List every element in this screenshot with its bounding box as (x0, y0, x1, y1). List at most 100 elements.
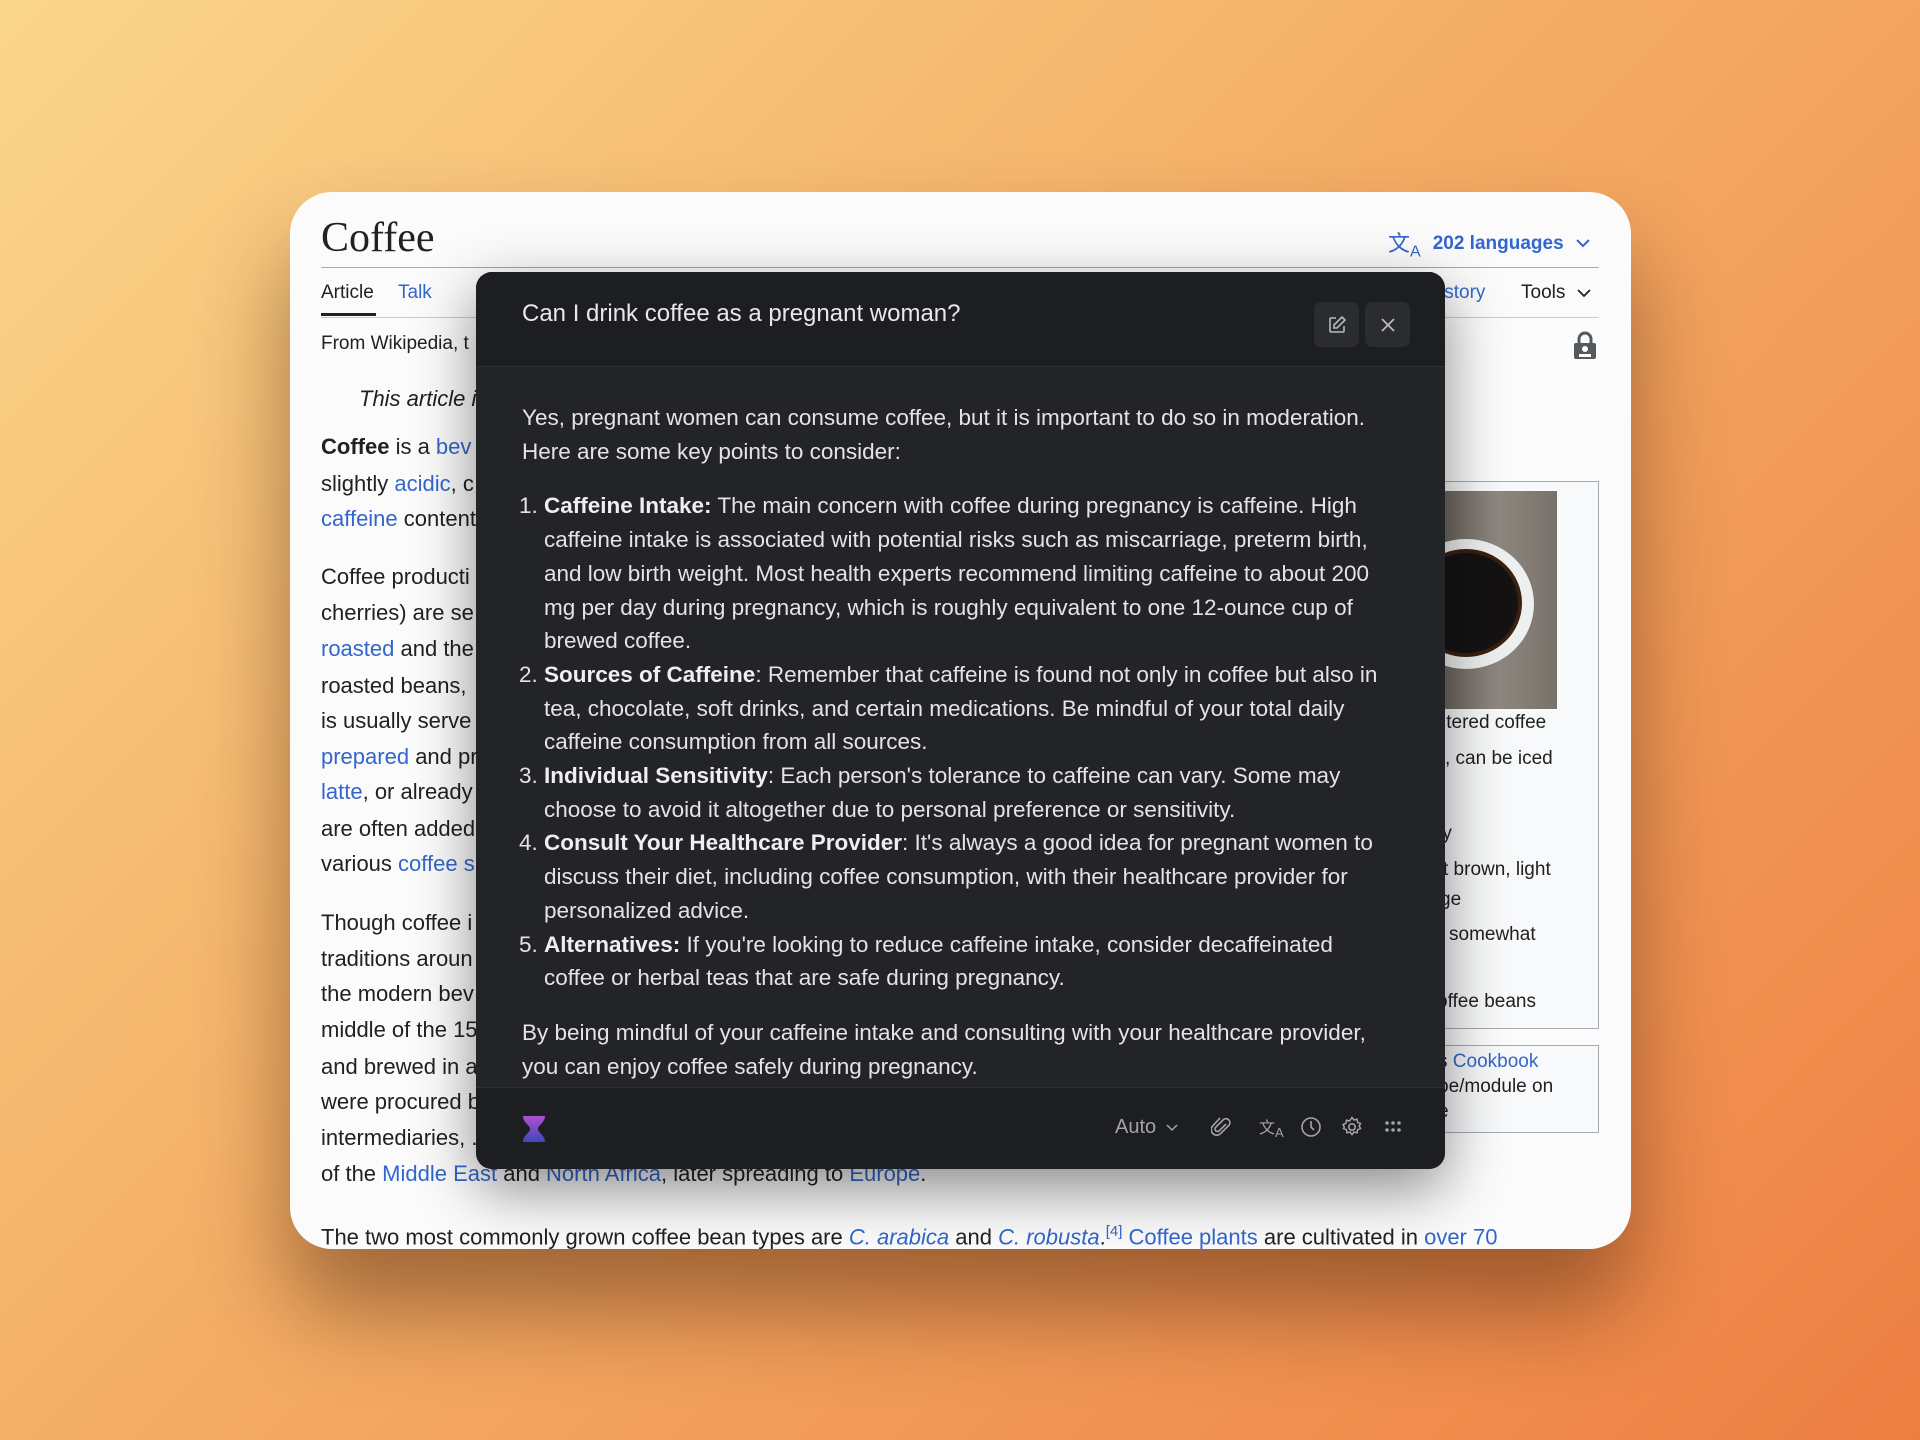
infobox-text: t brown, light (1443, 859, 1551, 880)
history-clock-icon[interactable] (1300, 1116, 1322, 1138)
infobox-caption-link[interactable]: ltered coffee (1442, 712, 1546, 734)
article-link[interactable]: [4] (1106, 1223, 1123, 1240)
article-link[interactable]: bev (436, 434, 471, 459)
tab-talk[interactable]: Talk (398, 282, 432, 304)
point-title: Sources of Caffeine (544, 661, 756, 687)
translate-icon: 文A (1388, 231, 1421, 261)
article-line: various coffee s (321, 846, 475, 882)
article-text: is usually serve (321, 708, 472, 733)
tools-label: Tools (1521, 282, 1566, 303)
infobox-text: , can be iced (1445, 748, 1553, 769)
article-line: Coffee is a bev (321, 429, 471, 465)
article-link[interactable]: roasted (321, 636, 394, 661)
answer-point: Sources of Caffeine: Remember that caffe… (544, 658, 1399, 759)
article-line: roasted and the (321, 631, 474, 667)
article-text: , c (450, 471, 474, 496)
point-title: Caffeine Intake: (544, 493, 712, 519)
infobox-text: somewhat (1449, 924, 1536, 945)
answer-point: Caffeine Intake: The main concern with c… (544, 489, 1399, 658)
article-line: traditions aroun (321, 941, 473, 977)
article-text: roasted beans, (321, 673, 467, 698)
active-tab-indicator (321, 313, 376, 316)
article-line: were procured b (321, 1084, 480, 1120)
infobox-link[interactable]: offee beans (1437, 991, 1536, 1013)
article-text: and pr (409, 744, 478, 769)
article-line: cherries) are se (321, 595, 474, 631)
coffee-image[interactable] (1440, 491, 1557, 709)
hatnote: This article i (359, 386, 477, 411)
close-button[interactable] (1365, 302, 1410, 347)
answer-conclusion: By being mindful of your caffeine intake… (522, 1019, 1366, 1079)
article-link[interactable]: Coffee plants (1129, 1224, 1258, 1249)
tools-menu[interactable]: Tools (1521, 282, 1591, 304)
article-text: and brewed in a (321, 1054, 478, 1079)
article-line: The two most commonly grown coffee bean … (321, 1214, 1497, 1249)
point-title: Consult Your Healthcare Provider (544, 830, 903, 856)
languages-label: 202 languages (1432, 232, 1564, 254)
article-text: cherries) are se (321, 600, 474, 625)
article-line: and brewed in a (321, 1049, 478, 1085)
model-label: Auto (1115, 1116, 1157, 1138)
article-line: latte, or already (321, 774, 473, 810)
article-line: caffeine content (321, 501, 476, 537)
article-text: content (397, 506, 476, 531)
article-link[interactable]: caffeine (321, 506, 398, 531)
article-text: the modern bev (321, 981, 474, 1006)
close-icon (1380, 317, 1395, 332)
article-link[interactable]: latte (321, 779, 363, 804)
article-link[interactable]: over 70 (1424, 1224, 1497, 1249)
page-title: Coffee (321, 215, 435, 261)
model-selector[interactable]: Auto (1115, 1116, 1178, 1139)
article-link[interactable]: C. robusta (998, 1224, 1100, 1249)
article-link[interactable]: acidic (394, 471, 450, 496)
article-text: are cultivated in (1257, 1224, 1425, 1249)
tab-history[interactable]: istory (1440, 282, 1485, 304)
cookbook-link[interactable]: Cookbook (1453, 1051, 1539, 1072)
article-line: Coffee producti (321, 559, 470, 595)
article-link[interactable]: prepared (321, 744, 409, 769)
article-text: and the (394, 636, 474, 661)
article-line: slightly acidic, c (321, 466, 474, 502)
answer-point: Alternatives: If you're looking to reduc… (544, 928, 1399, 995)
answer-intro: Yes, pregnant women can consume coffee, … (522, 405, 1365, 464)
article-text: Though coffee i (321, 910, 473, 935)
app-logo-icon (523, 1116, 545, 1142)
article-text: of the (321, 1161, 383, 1186)
edit-button[interactable] (1314, 302, 1359, 347)
article-line: the modern bev (321, 976, 474, 1012)
article-link[interactable]: coffee s (398, 851, 475, 876)
settings-gear-icon[interactable] (1341, 1116, 1363, 1138)
answer-body: Yes, pregnant women can consume coffee, … (476, 367, 1445, 1083)
article-line: intermediaries, . (321, 1120, 478, 1156)
article-line: prepared and pr (321, 739, 478, 775)
languages-button[interactable]: 文A 202 languages (1388, 226, 1590, 261)
dialog-header: Can I drink coffee as a pregnant woman? (476, 272, 1445, 367)
translate-icon[interactable]: 文A (1259, 1114, 1284, 1140)
article-text: Coffee (321, 434, 390, 459)
cookbox-text: pe/module on (1438, 1076, 1554, 1097)
article-line: Though coffee i (321, 905, 472, 941)
point-title: Alternatives: (544, 931, 681, 957)
edit-icon (1328, 315, 1346, 333)
article-text: traditions aroun (321, 946, 473, 971)
article-text: were procured b (321, 1089, 480, 1114)
article-text: intermediaries, . (321, 1125, 478, 1150)
point-title: Individual Sensitivity (544, 763, 768, 789)
answer-point: Consult Your Healthcare Provider: It's a… (544, 826, 1399, 927)
title-divider (321, 267, 1599, 268)
article-text: Coffee producti (321, 564, 470, 589)
question-text: Can I drink coffee as a pregnant woman? (522, 300, 961, 327)
tagline: From Wikipedia, t (321, 333, 469, 354)
lock-icon[interactable] (1573, 331, 1597, 359)
article-line: roasted beans, (321, 668, 467, 704)
dialog-footer: Auto 文A (476, 1087, 1445, 1169)
article-line: are often added (321, 811, 475, 847)
chevron-down-icon (1166, 1123, 1178, 1131)
paperclip-icon[interactable] (1211, 1116, 1231, 1138)
article-link[interactable]: C. arabica (849, 1224, 949, 1249)
tab-article[interactable]: Article (321, 282, 374, 304)
apps-grid-icon[interactable] (1385, 1120, 1401, 1134)
ai-answer-dialog: Can I drink coffee as a pregnant woman? … (476, 272, 1445, 1169)
article-text: slightly (321, 471, 395, 496)
chevron-down-icon (1577, 288, 1591, 297)
